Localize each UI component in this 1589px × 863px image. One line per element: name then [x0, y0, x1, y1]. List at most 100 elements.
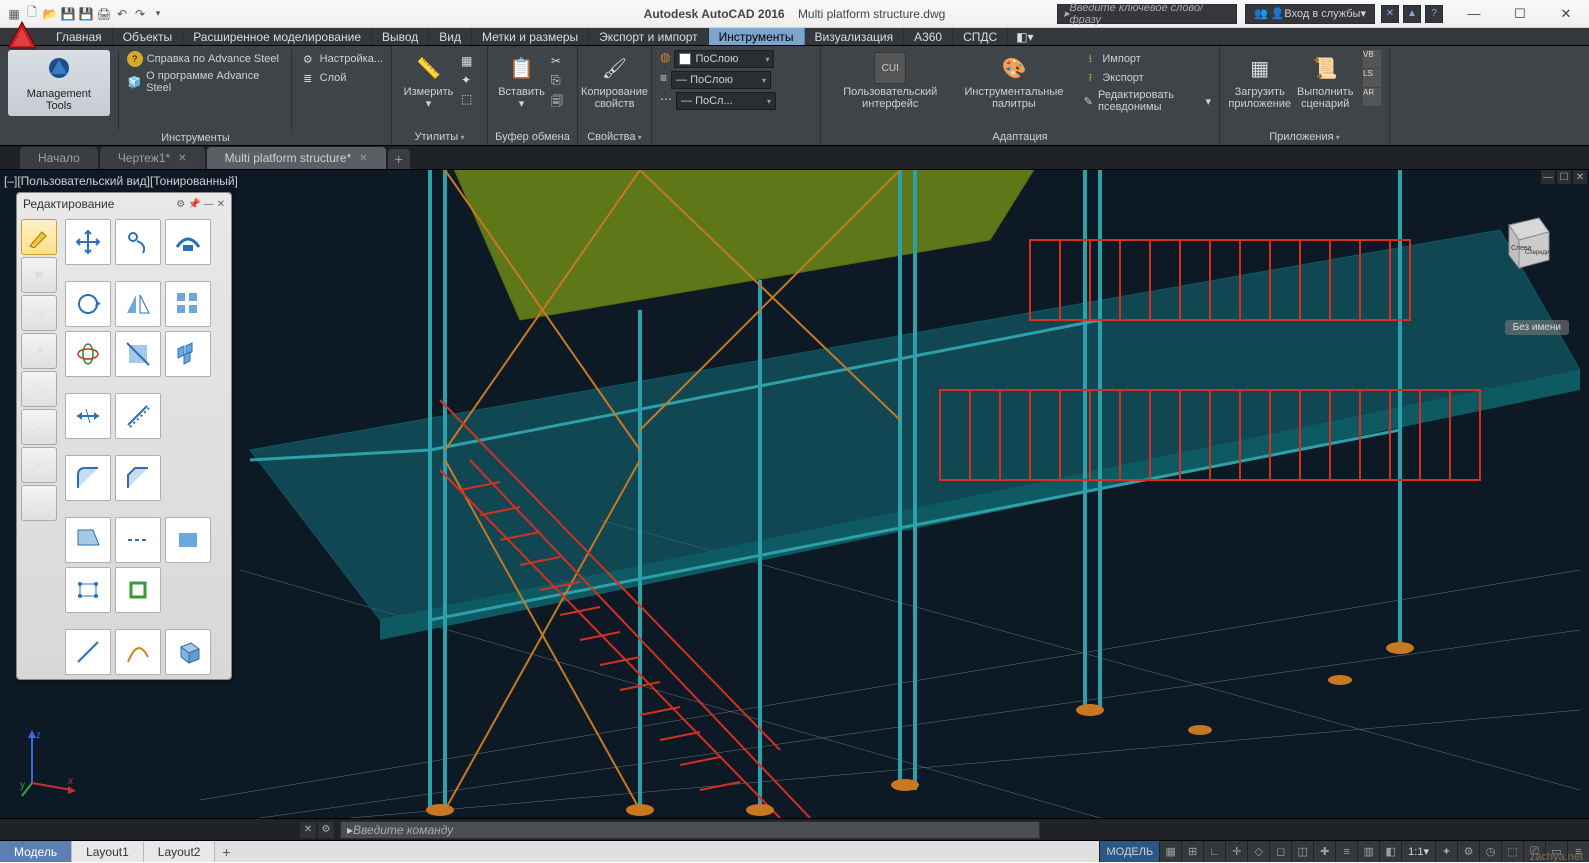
quickcalc-icon[interactable]: ▦	[461, 54, 479, 72]
linetype-list-icon[interactable]: ⋯	[660, 92, 672, 110]
status-lwt-icon[interactable]: ≡	[1335, 841, 1357, 862]
maximize-button[interactable]: ☐	[1497, 0, 1543, 28]
status-qp-icon[interactable]: ◧	[1379, 841, 1401, 862]
lisp-icon[interactable]: LS	[1363, 69, 1381, 87]
status-clean-icon[interactable]: ▭	[1545, 841, 1567, 862]
matchprop-button[interactable]: 🖌 Копирование свойств	[586, 50, 643, 112]
cmd-config-icon[interactable]: ⚙	[318, 822, 334, 838]
ribbon-tab-3[interactable]: Вывод	[372, 28, 429, 45]
color-wheel-icon[interactable]: ◍	[660, 50, 670, 68]
curve-tool-button[interactable]	[115, 629, 161, 675]
tooltab-edit-icon[interactable]: ✖	[21, 257, 57, 293]
status-model-button[interactable]: МОДЕЛЬ	[1099, 841, 1159, 862]
ribbon-tab-1[interactable]: Объекты	[113, 28, 184, 45]
ribbon-tab-10[interactable]: СПДС	[953, 28, 1008, 45]
minimize-icon[interactable]: —	[204, 199, 214, 210]
close-icon[interactable]: ✕	[178, 153, 186, 164]
status-3dosnap-icon[interactable]: ◫	[1291, 841, 1313, 862]
paste-button[interactable]: 📋 Вставить▾	[496, 50, 547, 112]
ribbon-tab-4[interactable]: Вид	[429, 28, 472, 45]
color-dropdown[interactable]: ПоСлою	[674, 50, 774, 68]
ribbon-tab-9[interactable]: A360	[904, 28, 953, 45]
rect-button[interactable]	[165, 517, 211, 563]
layout-tab-model[interactable]: Модель	[0, 841, 72, 862]
status-dyn-icon[interactable]: ✚	[1313, 841, 1335, 862]
application-menu-icon[interactable]	[4, 18, 40, 54]
toolpalettes-button[interactable]: 🎨 Инструментальные палитры	[956, 50, 1073, 112]
tooltab-modify-icon[interactable]	[21, 219, 57, 255]
status-iso-icon[interactable]: ◇	[1247, 841, 1269, 862]
align-button[interactable]	[115, 331, 161, 377]
viewport-label[interactable]: [–][Пользовательский вид][Тонированный]	[4, 174, 238, 188]
minimize-button[interactable]: —	[1451, 0, 1497, 28]
status-grid-icon[interactable]: ▦	[1159, 841, 1181, 862]
tooltab-axis-icon[interactable]: ↗	[21, 333, 57, 369]
status-cycle-icon[interactable]: ◷	[1479, 841, 1501, 862]
load-app-button[interactable]: ▦ Загрузить приложение	[1228, 50, 1291, 112]
undo-icon[interactable]: ↶	[114, 6, 130, 22]
rotate-button[interactable]	[65, 281, 111, 327]
ribbon-tab-8[interactable]: Визуализация	[805, 28, 905, 45]
linetype-dropdown[interactable]: — ПоСл...	[676, 92, 776, 110]
edit-toolbar[interactable]: Редактирование ⚙ 📌 — ✕ ✖ ▭ ↗ ⬚ ⎯ ⌐ ▱	[16, 192, 232, 680]
filetab-multiplatform[interactable]: Multi platform structure*✕	[207, 147, 386, 169]
offset-button[interactable]	[115, 219, 161, 265]
dashed-line-button[interactable]	[115, 517, 161, 563]
help-advance-steel-button[interactable]: ?Справка по Advance Steel	[127, 50, 283, 68]
status-units-icon[interactable]: ⬚	[1501, 841, 1523, 862]
cut-nibble-button[interactable]	[65, 517, 111, 563]
layout-add-button[interactable]: +	[215, 841, 237, 862]
signin-button[interactable]: 👥 👤 Вход в службы ▾	[1245, 4, 1375, 24]
vba-icon[interactable]: VB	[1363, 50, 1381, 68]
fillet-button[interactable]	[65, 455, 111, 501]
filetab-start[interactable]: Начало	[20, 147, 98, 169]
layer-button[interactable]: ≣Слой	[300, 69, 383, 87]
export-button[interactable]: ⭱Экспорт	[1082, 69, 1211, 87]
status-ortho-icon[interactable]: ∟	[1203, 841, 1225, 862]
status-scale-button[interactable]: 1:1 ▾	[1401, 841, 1435, 862]
arx-icon[interactable]: AR	[1363, 88, 1381, 106]
pin-icon[interactable]: 📌	[188, 199, 200, 210]
filetab-add-button[interactable]: +	[388, 149, 410, 169]
edit-toolbar-header[interactable]: Редактирование ⚙ 📌 — ✕	[17, 193, 231, 215]
view-unnamed-badge[interactable]: Без имени	[1505, 320, 1569, 335]
gear-icon[interactable]: ⚙	[176, 199, 185, 210]
array-button[interactable]	[165, 281, 211, 327]
tooltab-select-icon[interactable]: ⬚	[21, 371, 57, 407]
close-icon[interactable]: ✕	[359, 153, 367, 164]
array3d-button[interactable]	[165, 331, 211, 377]
import-button[interactable]: ⭳Импорт	[1082, 50, 1211, 68]
filetab-drawing1[interactable]: Чертеж1*✕	[100, 147, 205, 169]
settings-button[interactable]: ⚙Настройка...	[300, 50, 383, 68]
chamfer-button[interactable]	[115, 455, 161, 501]
lineweight-list-icon[interactable]: ≡	[660, 71, 667, 89]
ribbon-tab-6[interactable]: Экспорт и импорт	[589, 28, 709, 45]
panel-properties-title[interactable]: Свойства	[578, 129, 651, 145]
status-custom-icon[interactable]: ≡	[1567, 841, 1589, 862]
status-polar-icon[interactable]: ✛	[1225, 841, 1247, 862]
vp-minimize-icon[interactable]: —	[1541, 170, 1555, 184]
measure-button[interactable]: 📏 Измерить▾	[400, 50, 457, 112]
tooltab-section-icon[interactable]: ⌐	[21, 447, 57, 483]
layout-tab-2[interactable]: Layout2	[144, 841, 216, 862]
cut-icon[interactable]: ✂	[551, 54, 569, 72]
tooltab-plate-icon[interactable]: ▱	[21, 485, 57, 521]
lineweight-dropdown[interactable]: — ПоСлою	[671, 71, 771, 89]
infocenter-search[interactable]: ▸ Введите ключевое слово/фразу	[1057, 4, 1237, 24]
status-snap-icon[interactable]: ⊞	[1181, 841, 1203, 862]
featured-apps-icon[interactable]: ▲	[1403, 5, 1421, 23]
panel-utilities-title[interactable]: Утилиты	[392, 129, 487, 145]
line-tool-button[interactable]	[65, 629, 111, 675]
management-tools-button[interactable]: Management Tools	[8, 50, 110, 116]
tooltab-line-icon[interactable]: ⎯	[21, 409, 57, 445]
ribbon-tab-2[interactable]: Расширенное моделирование	[183, 28, 372, 45]
ucs-icon[interactable]: z x y	[20, 728, 80, 798]
cmd-close-icon[interactable]: ✕	[300, 822, 316, 838]
box3d-button[interactable]	[165, 629, 211, 675]
run-script-button[interactable]: 📜 Выполнить сценарий	[1295, 50, 1355, 112]
layout-tab-1[interactable]: Layout1	[72, 841, 144, 862]
trim-button[interactable]	[165, 219, 211, 265]
rotate3d-button[interactable]	[65, 331, 111, 377]
status-ws-icon[interactable]: ⚙	[1457, 841, 1479, 862]
close-icon[interactable]: ✕	[217, 199, 225, 210]
